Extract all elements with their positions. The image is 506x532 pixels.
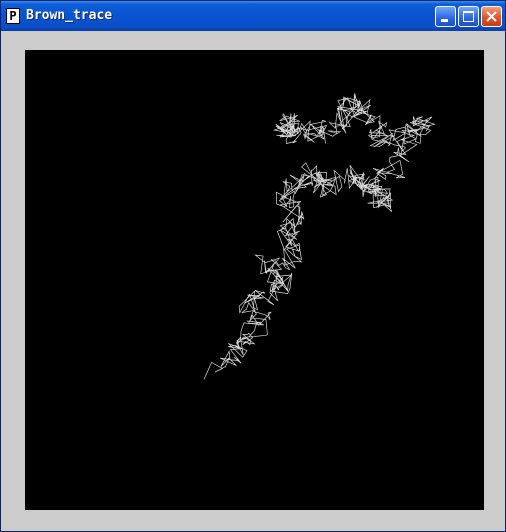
maximize-icon: [463, 11, 474, 22]
brownian-trace-path: [203, 93, 436, 380]
close-button[interactable]: [481, 6, 502, 27]
title-bar[interactable]: P Brown_trace: [1, 1, 505, 31]
brownian-trace-drawing: [203, 93, 436, 380]
processing-app-icon[interactable]: P: [6, 8, 20, 24]
minimize-button[interactable]: [435, 6, 456, 27]
app-window: P Brown_trace: [0, 0, 506, 532]
maximize-button[interactable]: [458, 6, 479, 27]
sketch-canvas[interactable]: [25, 50, 484, 510]
close-icon: [486, 11, 497, 22]
minimize-icon: [441, 19, 448, 22]
window-title: Brown_trace: [26, 8, 113, 23]
